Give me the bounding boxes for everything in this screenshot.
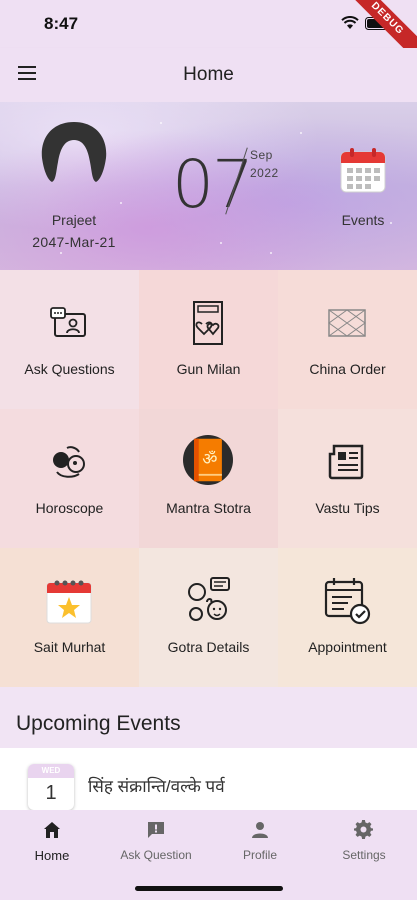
tile-label: Ask Questions bbox=[24, 361, 115, 377]
nav-label: Settings bbox=[342, 848, 386, 862]
status-bar: 8:47 DEBUG bbox=[0, 0, 417, 68]
event-list-item[interactable]: WED 1 सिंह संक्रान्ति/वल्के पर्व bbox=[0, 748, 417, 810]
event-weekday: WED bbox=[28, 764, 74, 778]
calendar-star-icon bbox=[46, 580, 92, 624]
nav-label: Ask Question bbox=[120, 848, 192, 862]
current-month: Sep bbox=[250, 148, 273, 162]
avatar-icon[interactable] bbox=[38, 120, 110, 186]
nav-home[interactable]: Home bbox=[7, 820, 97, 863]
nav-ask-question[interactable]: Ask Question bbox=[111, 820, 201, 862]
om-book-icon: ॐ bbox=[183, 435, 233, 485]
tile-label: Sait Murhat bbox=[33, 639, 106, 655]
page-title: Home bbox=[183, 64, 234, 85]
event-date-badge: WED 1 bbox=[28, 764, 74, 810]
tile-label: Vastu Tips bbox=[315, 500, 380, 516]
app-bar: Home bbox=[0, 48, 417, 102]
newspaper-icon bbox=[328, 444, 364, 480]
chat-person-icon bbox=[50, 307, 86, 337]
user-name: Prajeet bbox=[51, 212, 97, 228]
tile-gotra-details[interactable]: Gotra Details bbox=[139, 548, 278, 687]
hero-banner: Prajeet 2047-Mar-21 07 Sep 2022 Events bbox=[0, 102, 417, 270]
tile-vastu-tips[interactable]: Vastu Tips bbox=[278, 409, 417, 548]
hearts-card-icon bbox=[193, 301, 223, 345]
nav-label: Home bbox=[34, 848, 70, 863]
tile-label: Appointment bbox=[308, 639, 387, 655]
wifi-icon bbox=[341, 16, 359, 29]
tile-ask-questions[interactable]: Ask Questions bbox=[0, 270, 139, 409]
tile-mantra-stotra[interactable]: ॐ Mantra Stotra bbox=[139, 409, 278, 548]
svg-text:ॐ: ॐ bbox=[202, 450, 217, 469]
chart-grid-icon bbox=[328, 309, 366, 337]
nav-settings[interactable]: Settings bbox=[319, 820, 409, 862]
feature-grid: Ask Questions Gun Milan China Order Horo… bbox=[0, 270, 417, 687]
tile-label: China Order bbox=[309, 361, 386, 377]
calendar-check-icon bbox=[324, 578, 371, 625]
tile-horoscope[interactable]: Horoscope bbox=[0, 409, 139, 548]
nav-label: Profile bbox=[242, 848, 277, 862]
current-year: 2022 bbox=[250, 166, 279, 180]
zodiac-icon bbox=[53, 446, 85, 478]
tile-label: Gotra Details bbox=[167, 639, 250, 655]
home-indicator bbox=[135, 886, 283, 891]
tile-appointment[interactable]: Appointment bbox=[278, 548, 417, 687]
person-icon bbox=[252, 822, 268, 838]
family-faces-icon bbox=[188, 577, 230, 621]
status-time: 8:47 bbox=[44, 14, 79, 33]
tile-china-order[interactable]: China Order bbox=[278, 270, 417, 409]
gear-icon bbox=[354, 820, 373, 839]
tile-gun-milan[interactable]: Gun Milan bbox=[139, 270, 278, 409]
upcoming-events-title: Upcoming Events bbox=[16, 712, 181, 735]
current-day: 07 bbox=[172, 146, 254, 223]
chat-alert-icon bbox=[148, 822, 164, 838]
tile-label: Gun Milan bbox=[176, 361, 241, 377]
tile-label: Mantra Stotra bbox=[166, 500, 251, 516]
nav-profile[interactable]: Profile bbox=[215, 820, 305, 862]
event-name: सिंह संक्रान्ति/वल्के पर्व bbox=[88, 777, 225, 796]
tile-label: Horoscope bbox=[35, 500, 104, 516]
user-date: 2047-Mar-21 bbox=[32, 234, 116, 250]
calendar-icon[interactable] bbox=[339, 146, 387, 194]
home-icon bbox=[44, 822, 60, 838]
tile-sait-murhat[interactable]: Sait Murhat bbox=[0, 548, 139, 687]
events-label[interactable]: Events bbox=[320, 212, 406, 228]
event-day: 1 bbox=[45, 782, 57, 804]
